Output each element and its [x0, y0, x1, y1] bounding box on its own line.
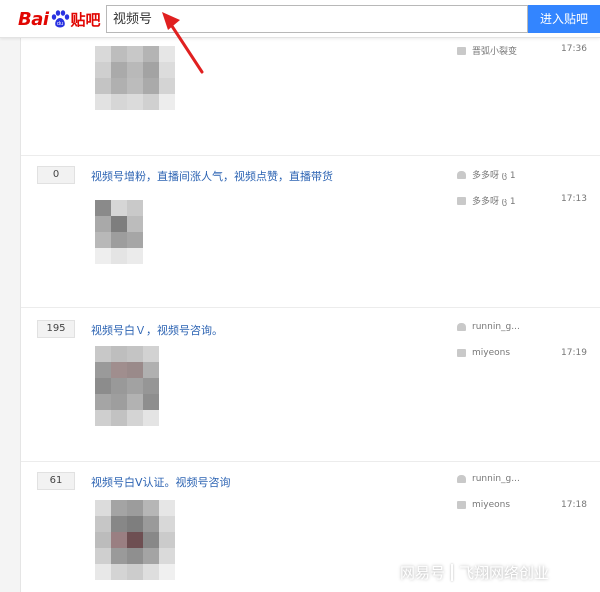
reply-time: 17:18 [561, 500, 587, 510]
thread-list: 晋弧小裂变 17:36 0 视频号增粉，直播间涨人气，视频点赞，直播带货 多多呀… [20, 38, 600, 592]
watermark: 网易号 飞翔网络创业 [400, 562, 549, 583]
reply-time: 17:36 [561, 44, 587, 54]
watermark-divider [451, 564, 454, 581]
last-reply-user[interactable]: miyeons [457, 348, 510, 358]
reply-time: 17:13 [561, 194, 587, 204]
reply-icon [457, 46, 466, 55]
reply-count: 61 [37, 472, 75, 490]
annotation-arrow-icon [162, 12, 204, 74]
thread-author[interactable]: 多多呀 ც 1 [457, 168, 516, 181]
reply-icon [457, 501, 466, 509]
thread-item[interactable]: 195 视频号白Ｖ，视频号咨询。 runnin_g... miyeons 17:… [21, 308, 600, 462]
reply-time: 17:19 [561, 348, 587, 358]
thread-author[interactable]: runnin_g... [457, 322, 520, 332]
reply-icon [457, 349, 466, 357]
user-icon [457, 323, 466, 331]
thread-item[interactable]: 0 视频号增粉，直播间涨人气，视频点赞，直播带货 多多呀 ც 1 多多呀 ც 1… [21, 156, 600, 308]
baidu-tieba-logo[interactable]: Bai du 贴吧 [18, 7, 101, 31]
thread-title-link[interactable]: 视频号增粉，直播间涨人气，视频点赞，直播带货 [91, 168, 333, 184]
svg-text:du: du [56, 21, 62, 27]
thread-thumbnail[interactable] [95, 346, 159, 426]
last-reply-user[interactable]: 多多呀 ც 1 [457, 194, 516, 207]
enter-tieba-button[interactable]: 进入贴吧 [528, 5, 600, 33]
user-icon [457, 475, 466, 483]
reply-count: 0 [37, 166, 75, 184]
thread-thumbnail[interactable] [95, 200, 143, 264]
thread-author[interactable]: runnin_g... [457, 474, 520, 484]
paw-icon: du [51, 10, 69, 28]
logo-text-bai: Bai [18, 8, 49, 30]
reply-icon [457, 196, 466, 205]
last-reply-user[interactable]: 晋弧小裂变 [457, 44, 517, 57]
watermark-platform: 网易号 [400, 564, 446, 582]
reply-count: 195 [37, 320, 75, 338]
user-icon [457, 170, 466, 179]
last-reply-user[interactable]: miyeons [457, 500, 510, 510]
thread-title-link[interactable]: 视频号白V认证。视频号咨询 [91, 474, 231, 490]
logo-text-tieba: 贴吧 [70, 10, 101, 29]
thread-thumbnail[interactable] [95, 500, 175, 580]
watermark-account: 飞翔网络创业 [459, 564, 550, 582]
thread-title-link[interactable]: 视频号白Ｖ，视频号咨询。 [91, 322, 223, 338]
thread-item[interactable]: 晋弧小裂变 17:36 [21, 38, 600, 156]
page: Bai du 贴吧 视频号 进入贴吧 晋弧小裂变 17:36 0 视频号增粉，直… [0, 0, 600, 592]
top-bar: Bai du 贴吧 视频号 进入贴吧 [0, 0, 600, 38]
